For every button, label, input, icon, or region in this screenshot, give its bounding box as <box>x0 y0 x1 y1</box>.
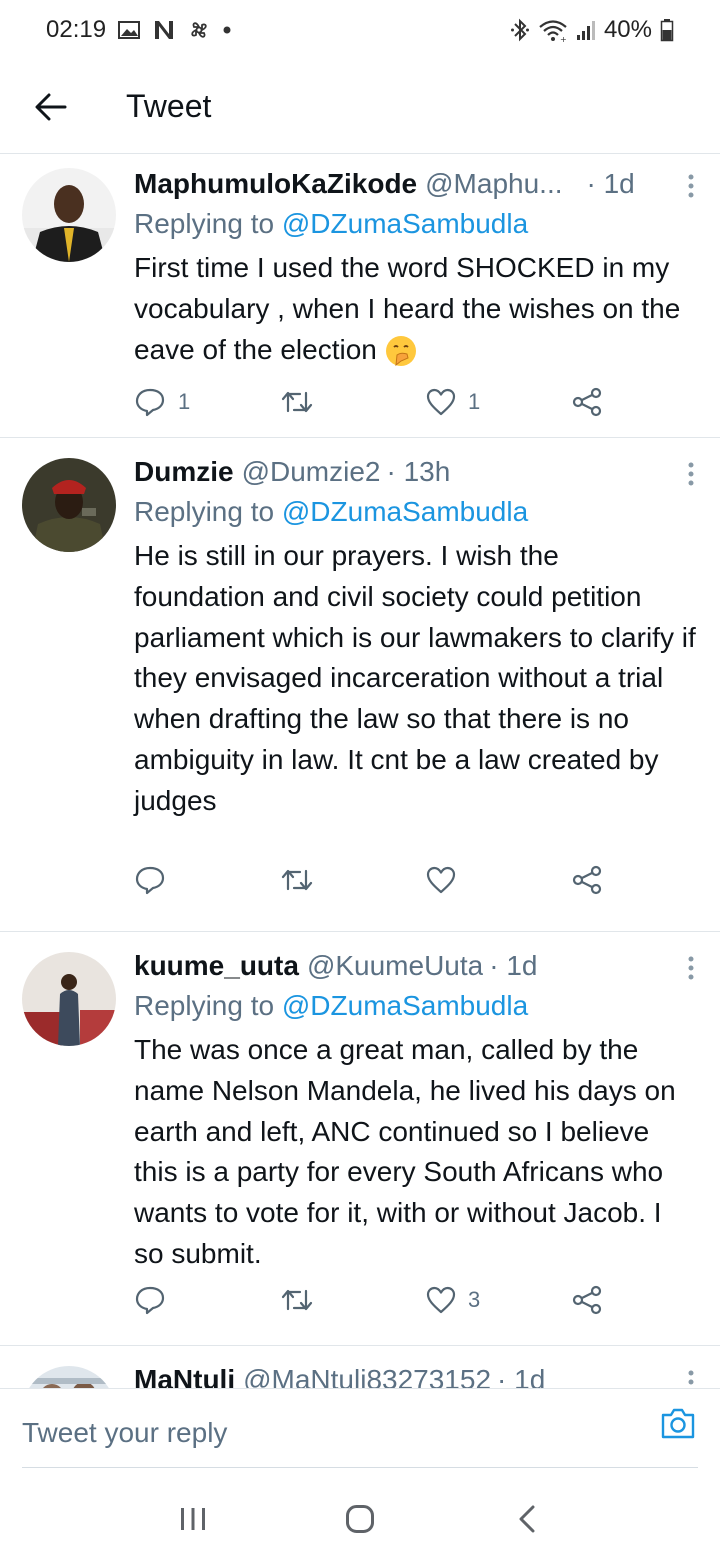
like-action[interactable] <box>426 866 468 894</box>
reply-input[interactable] <box>22 1399 622 1467</box>
replying-to-mention[interactable]: @DZumaSambudla <box>282 208 528 239</box>
display-name[interactable]: Dumzie <box>134 452 234 492</box>
share-action[interactable] <box>572 865 602 895</box>
share-action[interactable] <box>572 387 602 417</box>
share-icon <box>572 387 602 417</box>
like-action[interactable]: 1 <box>426 388 480 416</box>
signal-icon <box>576 19 596 41</box>
replying-to-label: Replying to <box>134 496 275 527</box>
replying-to-label: Replying to <box>134 208 275 239</box>
replying-to-label: Replying to <box>134 990 275 1021</box>
recent-apps-button[interactable] <box>163 1489 223 1549</box>
more-vertical-icon <box>688 956 694 980</box>
camera-icon <box>661 1408 695 1439</box>
home-icon <box>345 1505 374 1533</box>
chevron-left-icon <box>519 1505 535 1533</box>
avatar[interactable] <box>22 458 116 552</box>
status-left: 02:19 <box>46 16 232 44</box>
replies-feed[interactable]: MaphumuloKaZikode @Maphu... · 1d Replyin… <box>0 154 720 1388</box>
battery-icon <box>660 18 674 42</box>
reply-tweet[interactable]: kuume_uuta @KuumeUuta · 1d Replying to @… <box>0 932 720 1346</box>
replying-to-mention[interactable]: @DZumaSambudla <box>282 496 528 527</box>
more-options-button[interactable] <box>676 456 706 492</box>
like-count: 1 <box>468 389 481 414</box>
camera-button[interactable] <box>658 1403 698 1443</box>
reply-action[interactable] <box>134 865 178 895</box>
user-handle[interactable]: @KuumeUuta <box>307 946 483 986</box>
replying-to: Replying to @DZumaSambudla <box>134 986 696 1026</box>
reply-composer <box>0 1388 720 1478</box>
dot-icon <box>222 25 232 35</box>
more-options-button[interactable] <box>676 168 706 204</box>
back-nav-button[interactable] <box>497 1489 557 1549</box>
replying-to-mention[interactable]: @DZumaSambudla <box>282 990 528 1021</box>
reply-tweet[interactable]: MaNtuli @MaNtuli83273152 · 1d <box>0 1346 720 1388</box>
more-vertical-icon <box>688 1370 694 1385</box>
more-vertical-icon <box>688 462 694 486</box>
svg-text:+: + <box>560 35 567 42</box>
retweet-icon <box>281 869 313 891</box>
page-title: Tweet <box>126 88 212 124</box>
timestamp[interactable]: · 1d <box>489 946 537 986</box>
heart-icon <box>426 866 456 894</box>
fan-icon <box>188 19 210 41</box>
timestamp[interactable]: · 1d <box>497 1360 545 1388</box>
share-icon <box>572 1285 602 1315</box>
reply-icon <box>135 866 165 895</box>
like-count: 3 <box>468 1287 481 1312</box>
retweet-action[interactable] <box>280 389 326 415</box>
bluetooth-icon <box>510 18 530 42</box>
display-name[interactable]: MaNtuli <box>134 1360 235 1388</box>
back-button[interactable] <box>16 72 86 142</box>
status-bar: 02:19 + 40% <box>0 0 720 60</box>
reply-tweet[interactable]: Dumzie @Dumzie2 · 13h Replying to @DZuma… <box>0 438 720 932</box>
avatar[interactable] <box>22 952 116 1046</box>
more-vertical-icon <box>688 174 694 198</box>
retweet-action[interactable] <box>280 867 326 893</box>
display-name[interactable]: MaphumuloKaZikode <box>134 164 417 204</box>
home-button[interactable] <box>330 1489 390 1549</box>
more-options-button[interactable] <box>676 950 706 986</box>
display-name[interactable]: kuume_uuta <box>134 946 299 986</box>
timestamp[interactable]: · 1d <box>587 164 635 204</box>
share-action[interactable] <box>572 1285 602 1315</box>
wifi-icon: + <box>538 18 568 42</box>
user-handle[interactable]: @Dumzie2 <box>242 452 381 492</box>
top-app-bar: Tweet <box>0 60 720 154</box>
reply-action[interactable] <box>134 1285 178 1315</box>
n-icon <box>152 19 176 41</box>
retweet-icon <box>281 391 313 413</box>
reply-action[interactable]: 1 <box>134 387 190 417</box>
tweet-text: First time I used the word SHOCKED in my… <box>134 248 696 370</box>
avatar[interactable] <box>22 168 116 262</box>
arrow-left-icon <box>35 93 67 120</box>
replying-to: Replying to @DZumaSambudla <box>134 204 696 244</box>
tweet-text: He is still in our prayers. I wish the f… <box>134 540 696 816</box>
reply-count: 1 <box>178 389 191 414</box>
face-with-hand-over-mouth-emoji-icon <box>385 335 417 367</box>
like-action[interactable]: 3 <box>426 1286 480 1314</box>
heart-icon <box>426 388 456 416</box>
recent-apps-icon <box>181 1508 206 1530</box>
system-nav-bar <box>0 1478 720 1560</box>
timestamp[interactable]: · 13h <box>386 452 450 492</box>
retweet-action[interactable] <box>280 1287 326 1313</box>
battery-percent: 40% <box>603 16 652 43</box>
retweet-icon <box>281 1289 313 1311</box>
status-right: + 40% <box>510 16 674 44</box>
user-handle[interactable]: @Maphu... <box>425 164 562 204</box>
reply-icon <box>135 1286 165 1315</box>
tweet-text: The was once a great man, called by the … <box>134 1034 676 1269</box>
reply-tweet[interactable]: MaphumuloKaZikode @Maphu... · 1d Replyin… <box>0 154 720 438</box>
more-options-button[interactable] <box>676 1364 706 1388</box>
user-handle[interactable]: @MaNtuli83273152 <box>243 1360 491 1388</box>
avatar[interactable] <box>22 1366 116 1388</box>
status-time: 02:19 <box>46 16 107 43</box>
heart-icon <box>426 1286 456 1314</box>
reply-icon <box>135 388 165 417</box>
image-icon <box>118 20 141 40</box>
replying-to: Replying to @DZumaSambudla <box>134 492 696 532</box>
reply-underline <box>22 1467 698 1468</box>
share-icon <box>572 865 602 895</box>
